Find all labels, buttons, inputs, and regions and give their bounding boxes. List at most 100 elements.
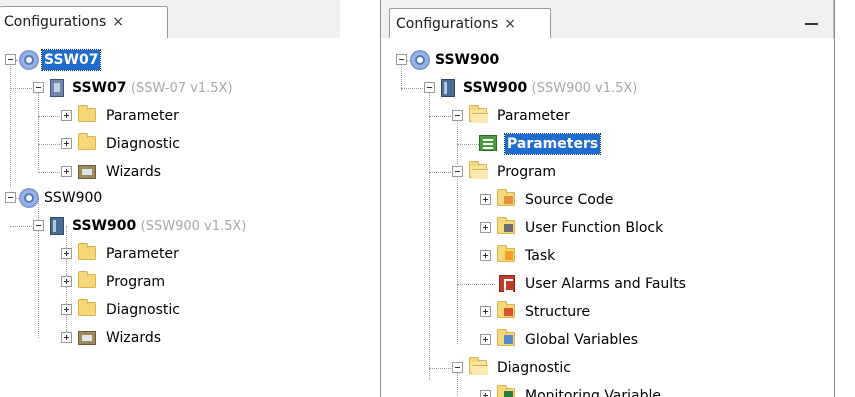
tree-node-global-variables[interactable]: Global Variables (381, 328, 834, 352)
tree-node-parameter[interactable]: Parameter (0, 104, 340, 128)
tree-node-ssw900-root[interactable]: SSW900 (381, 48, 834, 72)
wizard-icon (78, 331, 96, 345)
tree-node-diagnostic[interactable]: Diagnostic (0, 132, 340, 156)
folder-icon (78, 105, 96, 122)
tree-node-wizards[interactable]: Wizards (0, 326, 340, 350)
device-name: SSW07 (72, 80, 127, 96)
tree-node-ssw07-root[interactable]: SSW07 (0, 48, 340, 72)
tree-node-diagnostic[interactable]: Diagnostic (381, 356, 834, 380)
tree-node-label[interactable]: SSW07 (SSW-07 v1.5X) (70, 78, 235, 99)
global-variables-icon (497, 329, 515, 346)
tree-node-ssw900-device[interactable]: SSW900 (SSW900 v1.5X) (0, 214, 340, 238)
collapse-icon[interactable] (33, 82, 44, 93)
monitoring-icon (497, 385, 515, 397)
tree-node-ssw900-device[interactable]: SSW900 (SSW900 v1.5X) (381, 76, 834, 100)
configurations-panel-left: Configurations × SSW07 SSW07 (SSW-07 v1.… (0, 0, 340, 397)
device-version: (SSW-07 v1.5X) (130, 81, 233, 96)
expand-icon[interactable] (480, 194, 491, 205)
folder-icon (78, 299, 96, 316)
device-version: (SSW900 v1.5X) (531, 81, 638, 96)
collapse-icon[interactable] (424, 82, 435, 93)
minimize-icon[interactable] (805, 14, 819, 28)
expand-icon[interactable] (480, 390, 491, 397)
expand-icon[interactable] (61, 110, 72, 121)
function-block-icon (497, 217, 515, 234)
device-version: (SSW900 v1.5X) (140, 219, 247, 234)
configurations-panel-right: Configurations × SSW900 SSW900 (SSW900 v… (380, 0, 835, 397)
collapse-icon[interactable] (452, 362, 463, 373)
folder-icon (78, 133, 96, 150)
structure-icon (497, 301, 515, 318)
source-code-icon (497, 189, 515, 206)
expand-icon[interactable] (61, 276, 72, 287)
project-tree: SSW07 SSW07 (SSW-07 v1.5X) Parameter Dia… (0, 38, 340, 397)
tree-node-program[interactable]: Program (0, 270, 340, 294)
tree-node-label[interactable]: SSW07 (40, 49, 102, 71)
tree-node-label[interactable]: Source Code (523, 190, 615, 210)
tree-node-label[interactable]: User Alarms and Faults (523, 274, 688, 294)
tree-node-label[interactable]: Structure (523, 302, 592, 322)
expand-icon[interactable] (61, 304, 72, 315)
tree-node-label[interactable]: Parameter (104, 244, 181, 264)
tree-node-wizards[interactable]: Wizards (0, 160, 340, 184)
tree-node-label[interactable]: User Function Block (523, 218, 665, 238)
tree-node-label[interactable]: SSW900 (SSW900 v1.5X) (70, 216, 248, 237)
collapse-icon[interactable] (396, 54, 407, 65)
device-name: SSW900 (72, 218, 137, 234)
tree-node-label[interactable]: Task (523, 246, 557, 266)
tree-node-ssw07-device[interactable]: SSW07 (SSW-07 v1.5X) (0, 76, 340, 100)
tab-strip: Configurations × (0, 0, 340, 38)
tab-label: Configurations (396, 16, 499, 32)
tree-node-user-alarms-and-faults[interactable]: User Alarms and Faults (381, 272, 834, 296)
tree-node-label[interactable]: Wizards (104, 162, 163, 182)
tree-node-label[interactable]: SSW900 (42, 188, 104, 208)
expand-icon[interactable] (61, 138, 72, 149)
expand-icon[interactable] (480, 222, 491, 233)
expand-icon[interactable] (61, 166, 72, 177)
drive-icon (50, 217, 64, 235)
tree-node-label[interactable]: Diagnostic (495, 358, 573, 378)
tree-node-label[interactable]: Parameters (503, 133, 602, 155)
tree-node-label[interactable]: Diagnostic (104, 300, 182, 320)
alarm-icon (499, 275, 515, 292)
tab-configurations[interactable]: Configurations × (389, 8, 551, 38)
collapse-icon[interactable] (452, 166, 463, 177)
tree-node-monitoring-variable[interactable]: Monitoring Variable (381, 384, 834, 397)
collapse-icon[interactable] (5, 54, 16, 65)
tree-node-source-code[interactable]: Source Code (381, 188, 834, 212)
tree-node-diagnostic[interactable]: Diagnostic (0, 298, 340, 322)
tab-configurations[interactable]: Configurations × (0, 6, 168, 38)
close-icon[interactable]: × (504, 16, 516, 33)
tree-node-label[interactable]: Parameter (495, 106, 572, 126)
expand-icon[interactable] (480, 334, 491, 345)
tree-node-label[interactable]: Diagnostic (104, 134, 182, 154)
tree-node-label[interactable]: SSW900 (SSW900 v1.5X) (461, 78, 639, 99)
tree-node-label[interactable]: Program (104, 272, 167, 292)
collapse-icon[interactable] (5, 192, 16, 203)
tree-node-structure[interactable]: Structure (381, 300, 834, 324)
collapse-icon[interactable] (452, 110, 463, 121)
collapse-icon[interactable] (33, 220, 44, 231)
expand-icon[interactable] (61, 332, 72, 343)
folder-open-icon (469, 161, 488, 179)
tree-node-task[interactable]: Task (381, 244, 834, 268)
tree-node-label[interactable]: SSW900 (433, 50, 501, 70)
gear-icon (21, 190, 37, 206)
tree-node-label[interactable]: Monitoring Variable (523, 386, 663, 397)
tree-node-label[interactable]: Parameter (104, 106, 181, 126)
tree-node-parameter[interactable]: Parameter (381, 104, 834, 128)
tree-node-ssw900-root[interactable]: SSW900 (0, 186, 340, 210)
folder-open-icon (469, 357, 488, 375)
expand-icon[interactable] (480, 250, 491, 261)
tree-node-parameters[interactable]: Parameters (381, 132, 834, 156)
parameters-icon (479, 135, 497, 151)
tree-node-program[interactable]: Program (381, 160, 834, 184)
tree-node-label[interactable]: Program (495, 162, 558, 182)
tree-node-label[interactable]: Global Variables (523, 330, 640, 350)
expand-icon[interactable] (480, 306, 491, 317)
expand-icon[interactable] (61, 248, 72, 259)
tree-node-label[interactable]: Wizards (104, 328, 163, 348)
close-icon[interactable]: × (112, 14, 124, 31)
tree-node-user-function-block[interactable]: User Function Block (381, 216, 834, 240)
tree-node-parameter[interactable]: Parameter (0, 242, 340, 266)
